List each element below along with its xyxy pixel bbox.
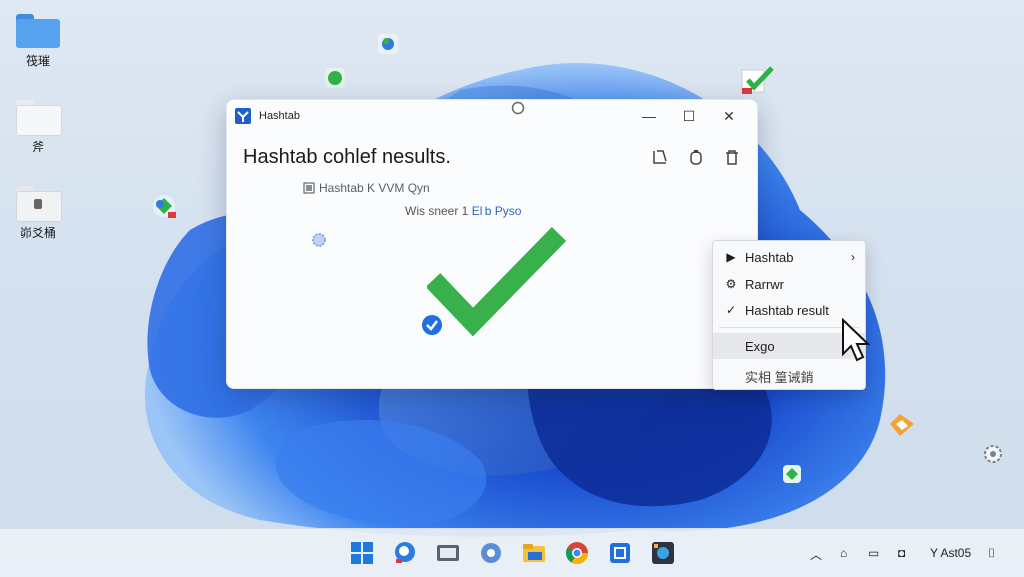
mouse-cursor-icon	[842, 318, 870, 362]
hash-file-text: Hashtab K VVM Qyn	[319, 181, 430, 195]
menu-divider	[719, 327, 859, 328]
menu-item-label: 实相 篁诫銷	[745, 369, 814, 385]
folder-icon	[16, 100, 62, 136]
hashtab-app-icon	[235, 108, 251, 124]
floating-app-icon	[325, 68, 345, 88]
gear-icon: ⚙	[725, 277, 737, 291]
locked-folder-icon	[16, 186, 62, 222]
taskbar: ︿ ⌂ ▭ ◘ Y Ast05 ⌷	[0, 528, 1024, 577]
hash-detail-link[interactable]: El b Pyso	[472, 204, 522, 218]
chrome-button[interactable]	[563, 539, 591, 567]
start-button[interactable]	[348, 539, 376, 567]
floating-app-icon	[890, 414, 914, 436]
notification-icon[interactable]: ⌷	[988, 546, 995, 561]
close-button[interactable]: ✕	[709, 101, 749, 131]
desktop-icon-folder-2[interactable]: 斧	[8, 100, 68, 155]
desktop-icon-label: 峁爻桶	[19, 226, 56, 240]
desktop-icon-label: 斧	[31, 140, 44, 154]
file-explorer-button[interactable]	[434, 539, 462, 567]
trash-icon	[726, 150, 738, 165]
clipboard-icon	[690, 150, 702, 165]
floating-check-icon	[741, 66, 774, 94]
check-icon: ✓	[725, 303, 737, 317]
book-icon	[653, 150, 667, 164]
context-menu: ▶ Hashtab › ⚙ Rarrwr ✓ Hashtab result Ex…	[712, 240, 866, 390]
network-icon[interactable]: ⌂	[840, 546, 847, 560]
menu-item-hashtab[interactable]: ▶ Hashtab ›	[713, 244, 865, 270]
menu-item-rarrwr[interactable]: ⚙ Rarrwr	[713, 271, 865, 297]
copy-button[interactable]	[687, 148, 705, 166]
toolbar	[651, 148, 741, 166]
desktop-icon-folder-3[interactable]: 峁爻桶	[8, 186, 68, 241]
show-hidden-icons-button[interactable]: ︿	[810, 546, 822, 563]
window-titlebar[interactable]: Hashtab — ☐ ✕	[227, 100, 757, 132]
search-button[interactable]	[391, 539, 419, 567]
maximize-button[interactable]: ☐	[669, 101, 709, 131]
menu-item-other[interactable]: 实相 篁诫銷	[713, 363, 865, 389]
photos-button[interactable]	[649, 539, 677, 567]
hashtab-window[interactable]: Hashtab — ☐ ✕ Hashtab cohlef nesults. Ha…	[226, 99, 758, 389]
menu-item-label: Hashtab	[745, 249, 794, 265]
hash-detail-line: Wis sneer 1 El b Pyso	[405, 204, 521, 218]
success-checkmark-icon	[427, 227, 567, 336]
volume-icon[interactable]: ◘	[898, 546, 905, 560]
clock-text[interactable]: Y Ast05	[930, 546, 971, 560]
floating-app-icon	[783, 465, 801, 483]
chevron-right-icon: ›	[851, 250, 855, 264]
minimize-button[interactable]: —	[629, 101, 669, 131]
window-title: Hashtab	[259, 110, 300, 122]
store-button[interactable]	[606, 539, 634, 567]
floating-app-icon	[378, 34, 398, 54]
desktop-icon-folder-1[interactable]: 筏璀	[8, 14, 68, 69]
open-book-button[interactable]	[651, 148, 669, 166]
delete-button[interactable]	[723, 148, 741, 166]
battery-icon[interactable]: ▭	[868, 546, 879, 560]
verified-badge-icon	[422, 315, 442, 335]
gear-icon	[312, 233, 326, 247]
hash-file-info: Hashtab K VVM Qyn	[303, 181, 430, 195]
folder-icon	[16, 14, 60, 48]
file-icon	[303, 182, 315, 194]
gear-icon	[984, 445, 1002, 463]
folder-button[interactable]	[520, 539, 548, 567]
menu-item-label: Exgo	[745, 338, 775, 354]
hash-detail-prefix: Wis sneer 1	[405, 204, 469, 218]
settings-button[interactable]	[477, 539, 505, 567]
hashtab-icon: ▶	[726, 250, 736, 264]
menu-item-label: Rarrwr	[745, 276, 784, 292]
drag-handle-icon[interactable]	[511, 101, 525, 115]
floating-app-icon	[153, 195, 176, 218]
page-title: Hashtab cohlef nesults.	[243, 146, 451, 168]
desktop-icon-label: 筏璀	[25, 54, 50, 68]
menu-item-label: Hashtab result	[745, 302, 829, 318]
